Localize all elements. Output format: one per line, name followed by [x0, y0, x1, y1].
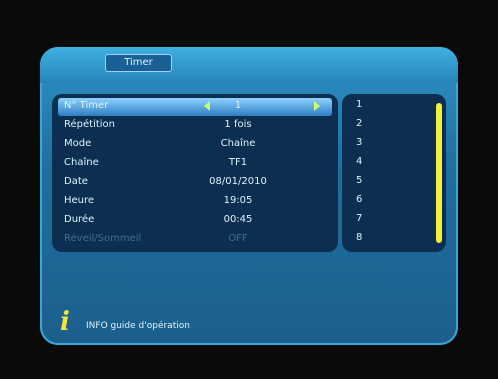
row-date[interactable]: Date 08/01/2010 [58, 174, 332, 192]
row-label: Chaîne [64, 157, 99, 168]
triangle-left-icon[interactable] [204, 101, 210, 111]
info-text: INFO guide d'opération [86, 321, 190, 331]
row-duration[interactable]: Durée 00:45 [58, 212, 332, 230]
row-wake-sleep: Réveil/Sommeil OFF [58, 231, 332, 249]
row-label: Réveil/Sommeil [64, 233, 142, 244]
row-value: 08/01/2010 [209, 176, 267, 187]
row-channel[interactable]: Chaîne TF1 [58, 155, 332, 173]
row-value: 1 [234, 100, 242, 111]
row-value: 19:05 [223, 195, 253, 206]
triangle-right-icon[interactable] [314, 101, 320, 111]
timer-slot-4[interactable]: 4 [356, 156, 362, 167]
info-icon: i [60, 307, 70, 337]
row-label: Répétition [64, 119, 116, 130]
timer-slot-5[interactable]: 5 [356, 175, 362, 186]
timer-slot-6[interactable]: 6 [356, 194, 362, 205]
row-mode[interactable]: Mode Chaîne [58, 136, 332, 154]
row-timer-number[interactable]: N° Timer 1 [58, 98, 332, 116]
timer-slot-7[interactable]: 7 [356, 213, 362, 224]
row-label: N° Timer [64, 100, 109, 111]
scrollbar[interactable] [436, 103, 442, 243]
title-strip [40, 47, 458, 83]
row-repetition[interactable]: Répétition 1 fois [58, 117, 332, 135]
row-label: Durée [64, 214, 95, 225]
row-time[interactable]: Heure 19:05 [58, 193, 332, 211]
timer-slot-1[interactable]: 1 [356, 99, 362, 110]
row-value: OFF [228, 233, 248, 244]
timer-slot-2[interactable]: 2 [356, 118, 362, 129]
row-value: 1 fois [224, 119, 252, 130]
row-value: Chaîne [220, 138, 256, 149]
row-label: Mode [64, 138, 92, 149]
timer-slot-3[interactable]: 3 [356, 137, 362, 148]
row-value: 00:45 [223, 214, 253, 225]
timer-slot-8[interactable]: 8 [356, 232, 362, 243]
row-value: TF1 [228, 157, 248, 168]
row-label: Date [64, 176, 88, 187]
timer-tab[interactable]: Timer [105, 54, 172, 72]
row-label: Heure [64, 195, 95, 206]
